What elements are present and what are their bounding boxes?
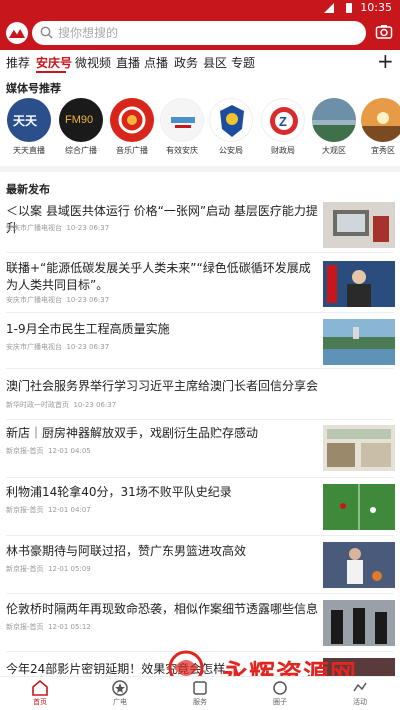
broadcast-icon xyxy=(112,680,128,696)
news-meta: 新京报-首页 12-01 05:12 xyxy=(6,623,91,631)
tab-recommend[interactable]: 推荐 xyxy=(6,54,30,71)
news-item[interactable]: 澳门社会服务界举行学习习近平主席给澳门长者回信分享会 新华时政一时政首页 10-… xyxy=(0,369,400,420)
news-item[interactable]: 1-9月全市民生工程高质量实施 安庆市广播电视台 10-23 06:37 xyxy=(0,313,400,369)
news-meta: 新京报-首页 12-01 05:09 xyxy=(6,565,91,573)
app-header xyxy=(0,16,400,50)
media-avatar xyxy=(160,98,204,142)
news-meta: 安庆市广播电视台 10-23 06:37 xyxy=(6,296,110,304)
activity-icon xyxy=(353,682,367,692)
media-section-title: 媒体号推荐 xyxy=(6,82,61,95)
media-account[interactable]: Z 财政局 xyxy=(259,98,307,156)
search-icon xyxy=(40,26,53,39)
news-item[interactable]: ＜以案 县域医共体运行 价格“一张网”启动 基层医疗能力提升 安庆市广播电视台 … xyxy=(0,197,400,255)
news-item[interactable]: 利物浦14轮拿40分，31场不败平队史纪录 新京报-首页 12-01 04:07 xyxy=(0,478,400,536)
search-bar[interactable] xyxy=(32,21,366,45)
nav-activity[interactable]: 活动 xyxy=(340,679,380,707)
nav-service[interactable]: 服务 xyxy=(180,679,220,707)
tab-topics[interactable]: 专题 xyxy=(231,54,255,71)
news-thumbnail xyxy=(323,261,395,307)
media-account-row: 天天 天天直播 FM90 综合广播 音乐广播 有效安庆 公安局 Z 财政局 大观… xyxy=(0,98,400,160)
news-item[interactable]: 今年24部影片密钥延期！效果究竟会怎样 xyxy=(0,652,400,676)
news-thumbnail xyxy=(323,319,395,365)
media-avatar xyxy=(361,98,400,142)
news-meta: 安庆市广播电视台 10-23 06:37 xyxy=(6,224,110,232)
active-tab-indicator xyxy=(36,71,66,73)
media-account[interactable]: 大观区 xyxy=(310,98,358,156)
news-meta: 安庆市广播电视台 10-23 06:37 xyxy=(6,343,110,351)
news-item[interactable]: 新店｜厨房神器解放双手，戏剧衍生品贮存感动 新京报-首页 12-01 04:05 xyxy=(0,420,400,478)
news-item[interactable]: 联播+“能源低碳发展关乎人类未来”“绿色低碳循环发展成为人类共同目标”。 安庆市… xyxy=(0,255,400,313)
news-meta: 新华时政一时政首页 10-23 06:37 xyxy=(6,401,117,409)
svg-text:天天: 天天 xyxy=(13,114,38,128)
news-title: 联播+“能源低碳发展关乎人类未来”“绿色低碳循环发展成为人类共同目标”。 xyxy=(6,261,311,292)
status-bar: 10:35 xyxy=(0,0,400,16)
news-thumbnail xyxy=(323,425,395,471)
media-account[interactable]: 公安局 xyxy=(207,98,255,156)
nav-home[interactable]: 首页 xyxy=(20,679,60,707)
signal-icon xyxy=(324,3,334,13)
media-avatar: 天天 xyxy=(7,98,51,142)
news-title: 林书豪期待与阿联过招，赞广东男篮进攻高效 xyxy=(6,544,247,558)
tab-live[interactable]: 直播 xyxy=(116,54,140,71)
news-thumbnail xyxy=(323,484,395,530)
news-thumbnail xyxy=(323,658,395,676)
media-account[interactable]: 有效安庆 xyxy=(158,98,206,156)
tab-vod[interactable]: 点播 xyxy=(144,54,168,71)
news-meta: 新京报-首页 12-01 04:05 xyxy=(6,447,91,455)
battery-icon xyxy=(346,3,352,13)
news-thumbnail xyxy=(323,202,395,248)
nav-broadcast[interactable]: 广电 xyxy=(100,679,140,707)
service-icon xyxy=(193,681,207,695)
news-title: 利物浦14轮拿40分，31场不败平队史纪录 xyxy=(6,485,232,499)
status-time: 10:35 xyxy=(360,1,392,14)
section-divider xyxy=(0,166,400,172)
tab-anqinghao[interactable]: 安庆号 xyxy=(36,54,72,71)
news-thumbnail xyxy=(323,542,395,588)
media-avatar: Z xyxy=(261,98,305,142)
media-avatar xyxy=(312,98,356,142)
news-title: 伦敦桥时隔两年再现致命恐袭，相似作案细节透露哪些信息 xyxy=(6,602,319,616)
add-channel-icon[interactable]: + xyxy=(377,51,394,71)
news-thumbnail xyxy=(323,600,395,646)
home-icon xyxy=(32,679,48,696)
svg-text:FM90: FM90 xyxy=(65,114,93,126)
media-account[interactable]: FM90 综合广播 xyxy=(57,98,105,156)
news-title: 新店｜厨房神器解放双手，戏剧衍生品贮存感动 xyxy=(6,426,259,440)
media-account[interactable]: 宜秀区 xyxy=(359,98,400,156)
media-avatar: FM90 xyxy=(59,98,103,142)
tab-government[interactable]: 政务 xyxy=(174,54,198,71)
media-avatar xyxy=(209,98,253,142)
news-item[interactable]: 伦敦桥时隔两年再现致命恐袭，相似作案细节透露哪些信息 新京报-首页 12-01 … xyxy=(0,594,400,652)
channel-tabs: 推荐 安庆号 微视频 直播 点播 政务 县区 专题 + xyxy=(0,50,400,74)
circle-icon xyxy=(273,681,287,695)
app-logo-icon[interactable] xyxy=(6,22,28,44)
svg-text:Z: Z xyxy=(279,114,287,129)
news-title: 澳门社会服务界举行学习习近平主席给澳门长者回信分享会 xyxy=(6,379,319,393)
latest-section-title: 最新发布 xyxy=(6,183,50,196)
search-input[interactable] xyxy=(58,24,348,42)
tab-microvideo[interactable]: 微视频 xyxy=(75,54,111,71)
bottom-nav: 首页 广电 服务 圈子 活动 xyxy=(0,676,400,710)
media-account[interactable]: 音乐广播 xyxy=(108,98,156,156)
tab-county[interactable]: 县区 xyxy=(203,54,227,71)
news-item[interactable]: 林书豪期待与阿联过招，赞广东男篮进攻高效 新京报-首页 12-01 05:09 xyxy=(0,536,400,594)
nav-circle[interactable]: 圈子 xyxy=(260,679,300,707)
news-meta: 新京报-首页 12-01 04:07 xyxy=(6,506,91,514)
news-title: 1-9月全市民生工程高质量实施 xyxy=(6,322,170,336)
camera-icon[interactable] xyxy=(375,23,393,41)
media-avatar xyxy=(110,98,154,142)
media-account[interactable]: 天天 天天直播 xyxy=(5,98,53,156)
